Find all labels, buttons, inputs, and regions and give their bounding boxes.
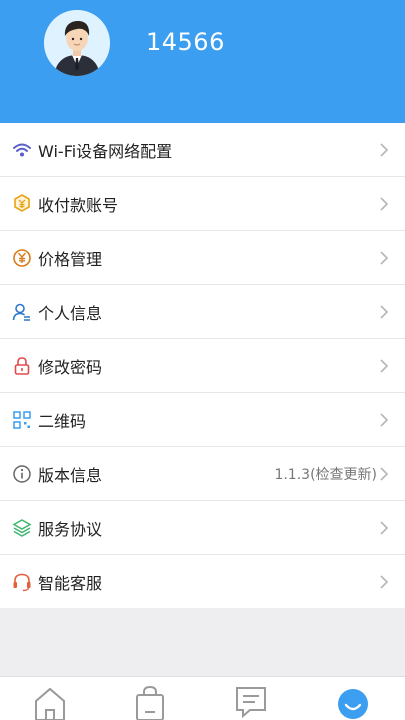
menu-item-label: 个人信息 — [38, 304, 103, 323]
chevron-right-icon — [380, 143, 389, 157]
chevron-right-icon — [380, 305, 389, 319]
bottom-tab-bar — [0, 676, 405, 720]
version-value: 1.1.3(检查更新) — [274, 467, 377, 483]
chevron-right-icon — [380, 197, 389, 211]
menu-item-label: Wi-Fi设备网络配置 — [38, 142, 173, 161]
profile-header: 14566 — [0, 0, 405, 123]
payment-account-icon — [12, 194, 32, 214]
settings-menu: Wi-Fi设备网络配置 收付款账号 价格管理 个人信息 修改密码 二维码 版本信… — [0, 123, 405, 608]
menu-item-label: 智能客服 — [38, 574, 103, 593]
lock-icon — [12, 356, 32, 376]
tab-messages[interactable] — [234, 685, 268, 720]
qr-code-icon — [12, 410, 32, 430]
menu-item-price-management[interactable]: 价格管理 — [0, 231, 405, 285]
menu-item-qr-code[interactable]: 二维码 — [0, 393, 405, 447]
wifi-icon — [12, 140, 32, 160]
yuan-icon — [12, 248, 32, 268]
menu-item-label: 价格管理 — [38, 250, 103, 269]
tab-shop[interactable] — [133, 685, 167, 720]
shopping-bag-icon — [136, 685, 164, 720]
chevron-right-icon — [380, 251, 389, 265]
menu-item-version-info[interactable]: 版本信息 1.1.3(检查更新) — [0, 447, 405, 501]
chevron-right-icon — [380, 413, 389, 427]
profile-icon — [338, 689, 368, 719]
chevron-right-icon — [380, 575, 389, 589]
home-icon — [35, 687, 65, 720]
person-info-icon — [12, 302, 32, 322]
tab-home[interactable] — [33, 685, 67, 720]
menu-item-personal-info[interactable]: 个人信息 — [0, 285, 405, 339]
menu-item-wifi-config[interactable]: Wi-Fi设备网络配置 — [0, 123, 405, 177]
user-avatar-icon[interactable] — [44, 10, 110, 76]
menu-item-service-agreement[interactable]: 服务协议 — [0, 501, 405, 555]
menu-item-smart-support[interactable]: 智能客服 — [0, 555, 405, 608]
chevron-right-icon — [380, 359, 389, 373]
menu-item-label: 版本信息 — [38, 466, 103, 485]
menu-item-label: 收付款账号 — [38, 196, 119, 215]
menu-item-payment-account[interactable]: 收付款账号 — [0, 177, 405, 231]
user-id: 14566 — [146, 28, 225, 56]
chevron-right-icon — [380, 521, 389, 535]
headset-icon — [12, 572, 32, 592]
menu-item-label: 修改密码 — [38, 358, 103, 377]
menu-item-change-password[interactable]: 修改密码 — [0, 339, 405, 393]
menu-item-label: 二维码 — [38, 412, 87, 431]
menu-item-label: 服务协议 — [38, 520, 103, 539]
layers-icon — [12, 518, 32, 538]
info-icon — [12, 464, 32, 484]
tab-profile[interactable] — [336, 685, 370, 720]
message-icon — [236, 687, 266, 719]
chevron-right-icon — [380, 467, 389, 481]
